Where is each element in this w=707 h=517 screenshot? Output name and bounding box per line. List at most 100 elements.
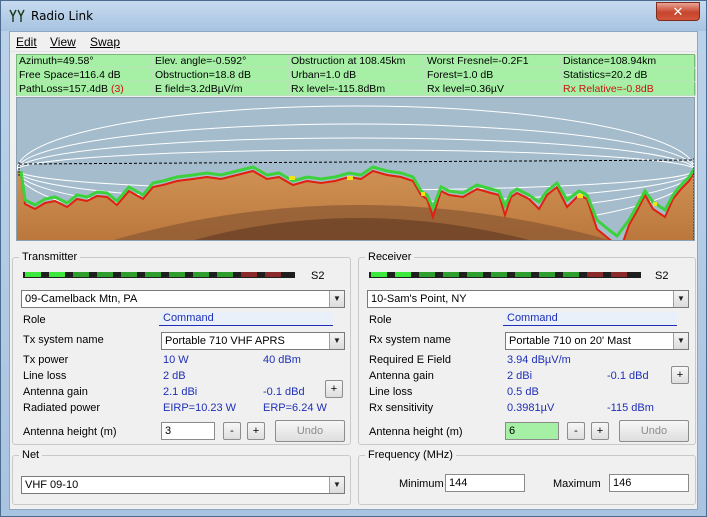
receiver-group-label: Receiver	[365, 251, 415, 263]
rx-system-select[interactable]: Portable 710 on 20' Mast ▼	[505, 332, 689, 350]
tx-gain-plus-button[interactable]: +	[325, 380, 343, 398]
radio-link-window: Radio Link ✕ Edit View Swap Azimuth=49.5…	[0, 0, 707, 517]
tx-gain-dbi: 2.1 dBi	[163, 386, 198, 398]
tx-system-select[interactable]: Portable 710 VHF APRS ▼	[161, 332, 345, 350]
rx-site-value: 10-Sam's Point, NY	[371, 293, 467, 305]
stat-forest: Forest=1.0 dB	[425, 69, 561, 82]
rx-line-loss-value: 0.5 dB	[507, 386, 539, 398]
frequency-group: Frequency (MHz) Minimum 144 Maximum 146	[358, 449, 696, 505]
menu-edit[interactable]: Edit	[16, 35, 37, 49]
tx-height-label: Antenna height (m)	[23, 426, 117, 438]
tx-line-loss-label: Line loss	[23, 370, 67, 382]
rx-height-minus-button[interactable]: -	[567, 422, 585, 440]
tx-role-label: Role	[23, 314, 46, 326]
client-area: Edit View Swap Azimuth=49.58° Elev. angl…	[9, 31, 698, 510]
rx-required-value: 3.94 dBµV/m	[507, 354, 571, 366]
rx-system-label: Rx system name	[369, 334, 451, 346]
tx-power-watts: 10 W	[163, 354, 189, 366]
net-value: VHF 09-10	[25, 479, 79, 491]
stat-azimuth: Azimuth=49.58°	[17, 55, 153, 68]
rx-role-value[interactable]: Command	[503, 312, 677, 326]
menu-view[interactable]: View	[50, 35, 76, 49]
menu-swap[interactable]: Swap	[90, 35, 120, 49]
net-group-label: Net	[19, 449, 43, 461]
frequency-max-label: Maximum	[553, 478, 601, 490]
transmitter-group: Transmitter S2 09-Camelback Mtn, PA ▼ Ro…	[12, 251, 351, 445]
title-bar[interactable]: Radio Link ✕	[1, 1, 706, 31]
rx-system-value: Portable 710 on 20' Mast	[509, 335, 631, 347]
rx-gain-dbd: -0.1 dBd	[607, 370, 649, 382]
rx-required-label: Required E Field	[369, 354, 451, 366]
transmitter-group-label: Transmitter	[19, 251, 81, 263]
close-button[interactable]: ✕	[656, 2, 700, 21]
rx-height-input[interactable]: 6	[505, 422, 559, 440]
line-of-sight	[18, 159, 694, 165]
stat-obstruction: Obstruction=18.8 dB	[153, 69, 289, 82]
rx-site-select[interactable]: 10-Sam's Point, NY ▼	[367, 290, 689, 308]
rx-height-plus-button[interactable]: +	[591, 422, 609, 440]
tx-signal-meter	[23, 272, 295, 278]
pathloss-value: PathLoss=157.4dB	[19, 83, 109, 95]
menu-bar: Edit View Swap	[10, 32, 697, 52]
tx-site-select[interactable]: 09-Camelback Mtn, PA ▼	[21, 290, 345, 308]
rx-signal-meter	[369, 272, 641, 278]
tx-signal-label: S2	[311, 270, 325, 282]
stat-rx-level-dbm: Rx level=-115.8dBm	[289, 83, 425, 96]
tx-height-plus-button[interactable]: +	[247, 422, 265, 440]
chevron-down-icon[interactable]: ▼	[329, 333, 344, 349]
tx-height-input[interactable]: 3	[161, 422, 215, 440]
stat-obstruction-at: Obstruction at 108.45km	[289, 55, 425, 68]
rx-line-loss-label: Line loss	[369, 386, 413, 398]
window-title: Radio Link	[31, 9, 94, 23]
rx-gain-dbi: 2 dBi	[507, 370, 533, 382]
chevron-down-icon[interactable]: ▼	[673, 291, 688, 307]
frequency-min-label: Minimum	[399, 478, 444, 490]
rx-signal-label: S2	[655, 270, 669, 282]
stat-rx-level-uv: Rx level=0.36µV	[425, 83, 561, 96]
rx-role-label: Role	[369, 314, 392, 326]
rx-undo-button[interactable]: Undo	[619, 420, 689, 442]
rx-sensitivity-label: Rx sensitivity	[369, 402, 434, 414]
stat-statistics: Statistics=20.2 dB	[561, 69, 696, 82]
tx-eirp: EIRP=10.23 W	[163, 402, 237, 414]
tx-undo-button[interactable]: Undo	[275, 420, 345, 442]
tx-power-dbm: 40 dBm	[263, 354, 301, 366]
stat-e-field: E field=3.2dBµV/m	[153, 83, 289, 96]
tx-role-value[interactable]: Command	[159, 312, 333, 326]
tx-erp: ERP=6.24 W	[263, 402, 327, 414]
stat-elev-angle: Elev. angle=-0.592°	[153, 55, 289, 68]
tx-line-loss-value: 2 dB	[163, 370, 186, 382]
rx-sensitivity-uv: 0.3981µV	[507, 402, 555, 414]
stat-distance: Distance=108.94km	[561, 55, 696, 68]
radio-link-app-icon	[9, 9, 25, 22]
tx-system-label: Tx system name	[23, 334, 104, 346]
stat-rx-relative: Rx Relative=-0.8dB	[561, 83, 696, 96]
tx-power-label: Tx power	[23, 354, 69, 366]
chevron-down-icon[interactable]: ▼	[673, 333, 688, 349]
stat-worst-fresnel: Worst Fresnel=-0.2F1	[425, 55, 561, 68]
tx-radiated-label: Radiated power	[23, 402, 101, 414]
receiver-group: Receiver S2 10-Sam's Point, NY ▼ Role Co…	[358, 251, 696, 445]
tx-system-value: Portable 710 VHF APRS	[165, 335, 285, 347]
tx-antenna-gain-label: Antenna gain	[23, 386, 88, 398]
frequency-min-input[interactable]: 144	[445, 474, 525, 492]
frequency-max-input[interactable]: 146	[609, 474, 689, 492]
tx-site-value: 09-Camelback Mtn, PA	[25, 293, 138, 305]
terrain-profile-view[interactable]	[16, 97, 695, 241]
net-group: Net VHF 09-10 ▼	[12, 449, 351, 505]
rx-gain-plus-button[interactable]: +	[671, 366, 689, 384]
tx-height-minus-button[interactable]: -	[223, 422, 241, 440]
chevron-down-icon[interactable]: ▼	[329, 477, 344, 493]
chevron-down-icon[interactable]: ▼	[329, 291, 344, 307]
link-stats-grid: Azimuth=49.58° Elev. angle=-0.592° Obstr…	[16, 54, 696, 96]
rx-antenna-gain-label: Antenna gain	[369, 370, 434, 382]
pathloss-flag: (3)	[110, 83, 124, 95]
rx-sensitivity-dbm: -115 dBm	[607, 402, 654, 414]
net-select[interactable]: VHF 09-10 ▼	[21, 476, 345, 494]
frequency-group-label: Frequency (MHz)	[365, 449, 456, 461]
stat-pathloss: PathLoss=157.4dB (3)	[17, 83, 153, 96]
terrain-profile-graphic	[17, 105, 694, 240]
stat-urban: Urban=1.0 dB	[289, 69, 425, 82]
tx-gain-dbd: -0.1 dBd	[263, 386, 305, 398]
stat-free-space: Free Space=116.4 dB	[17, 69, 153, 82]
